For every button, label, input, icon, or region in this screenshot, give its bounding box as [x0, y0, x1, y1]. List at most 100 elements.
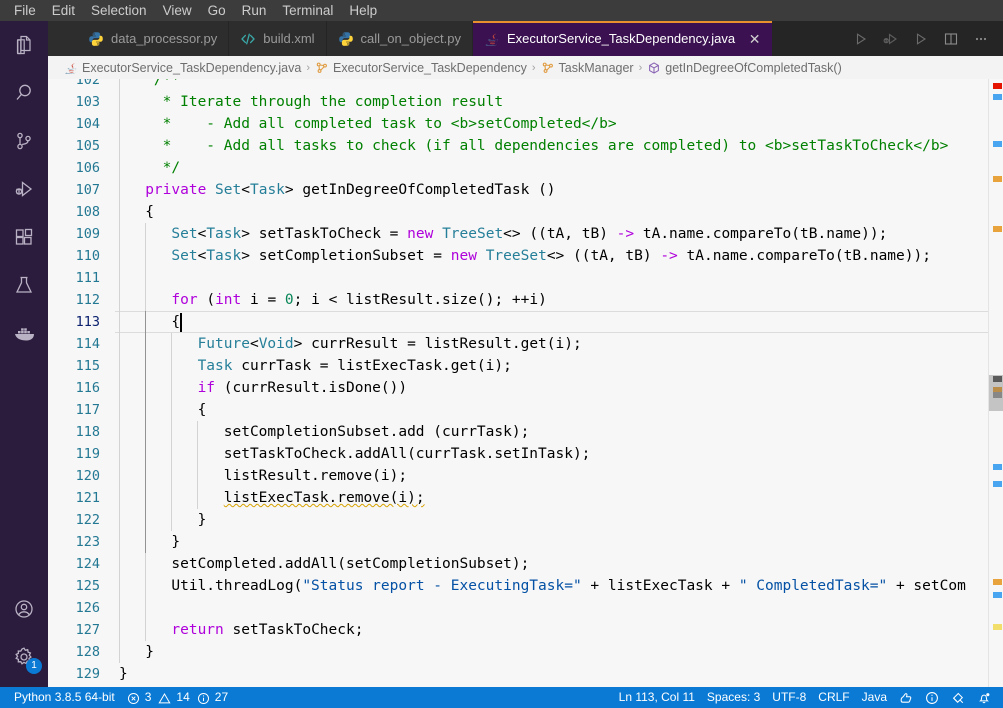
- run-button[interactable]: [847, 25, 875, 53]
- code-line[interactable]: if (currResult.isDone()): [115, 377, 408, 399]
- menu-item-help[interactable]: Help: [341, 0, 385, 21]
- status-editor-language[interactable]: Java: [856, 687, 893, 708]
- breadcrumb-item-taskmanager[interactable]: TaskManager: [541, 61, 634, 75]
- code-line[interactable]: private Set<Task> getInDegreeOfCompleted…: [115, 179, 555, 201]
- code-line[interactable]: Future<Void> currResult = listResult.get…: [115, 333, 582, 355]
- menu-item-terminal[interactable]: Terminal: [274, 0, 341, 21]
- editor-tab-call-on-object-py[interactable]: call_on_object.py: [326, 21, 473, 56]
- breadcrumb-item-getindegreeofcompletedtask-[interactable]: getInDegreeOfCompletedTask(): [647, 61, 842, 75]
- status-info[interactable]: [919, 687, 945, 708]
- run-test-button[interactable]: [907, 25, 935, 53]
- code-token: Task: [206, 226, 242, 242]
- code-line[interactable]: setCompletionSubset.add (currTask);: [115, 421, 530, 443]
- activity-item-source-control[interactable]: [0, 117, 48, 165]
- code-line[interactable]: * Iterate through the completion result: [115, 91, 503, 113]
- code-line[interactable]: Set<Task> setCompletionSubset = new Tree…: [115, 245, 931, 267]
- code-token: setTaskToCheck.addAll(currTask.setInTask…: [119, 446, 591, 462]
- overview-ruler-mark: [993, 226, 1002, 232]
- menu-item-edit[interactable]: Edit: [44, 0, 83, 21]
- indent-guide: [171, 377, 173, 399]
- activity-item-account[interactable]: [0, 585, 48, 633]
- code-line[interactable]: return setTaskToCheck;: [115, 619, 363, 641]
- code-token: ; i < listResult.size(); ++i): [293, 292, 547, 308]
- status-python-interpreter[interactable]: Python 3.8.5 64-bit: [8, 687, 121, 708]
- settings-badge: 1: [26, 658, 42, 674]
- code-line[interactable]: {: [115, 201, 154, 223]
- status-feedback[interactable]: [893, 687, 919, 708]
- indent-guide: [197, 443, 199, 465]
- code-token: "Status report - ExecutingTask=": [302, 578, 582, 594]
- files-icon: [12, 33, 36, 57]
- line-number: 124: [75, 556, 100, 572]
- menu-item-file[interactable]: File: [6, 0, 44, 21]
- overview-ruler-mark: [993, 624, 1002, 630]
- activity-item-extensions[interactable]: [0, 213, 48, 261]
- code-line[interactable]: * - Add all tasks to check (if all depen…: [115, 135, 949, 157]
- code-line[interactable]: */: [115, 157, 180, 179]
- tab-close-icon[interactable]: ✕: [748, 32, 761, 46]
- code-token: + setCom: [887, 578, 966, 594]
- activity-item-search[interactable]: [0, 69, 48, 117]
- code-editor[interactable]: 102 103 104 105 106 107 108 109 110 111 112 113 114 1…: [48, 79, 1003, 687]
- status-editor-eol[interactable]: CRLF: [812, 687, 855, 708]
- activity-item-run-debug[interactable]: [0, 165, 48, 213]
- breadcrumb-separator: ›: [306, 61, 311, 74]
- status-bar-left: Python 3.8.5 64-bit 3 14 27: [0, 687, 234, 708]
- line-number: 109: [75, 226, 100, 242]
- status-editor-encoding[interactable]: UTF-8: [766, 687, 812, 708]
- breadcrumb-item-executorservice-taskdependency[interactable]: ExecutorService_TaskDependency: [315, 61, 527, 75]
- menu-bar: File Edit Selection View Go Run Terminal Help: [0, 0, 1003, 21]
- status-problems[interactable]: 3 14 27: [121, 687, 234, 708]
- menu-item-selection[interactable]: Selection: [83, 0, 155, 21]
- activity-item-explorer[interactable]: [0, 21, 48, 69]
- indent-guide: [119, 245, 120, 267]
- code-line[interactable]: setTaskToCheck.addAll(currTask.setInTask…: [115, 443, 591, 465]
- code-line[interactable]: /**: [115, 79, 180, 91]
- indent-guide: [145, 509, 147, 531]
- line-number: 127: [75, 622, 100, 638]
- indent-guide: [145, 531, 147, 553]
- menu-item-go[interactable]: Go: [200, 0, 234, 21]
- code-line[interactable]: listExecTask.remove(i);: [115, 487, 425, 509]
- menu-item-view[interactable]: View: [155, 0, 200, 21]
- line-number: 106: [75, 160, 100, 176]
- code-line[interactable]: }: [115, 509, 207, 531]
- code-line[interactable]: for (int i = 0; i < listResult.size(); +…: [115, 289, 547, 311]
- code-line[interactable]: }: [115, 641, 154, 663]
- code-token: currTask = listExecTask.get(i);: [232, 358, 512, 374]
- code-line[interactable]: {: [115, 399, 207, 421]
- code-line[interactable]: Util.threadLog("Status report - Executin…: [115, 575, 966, 597]
- code-line[interactable]: listResult.remove(i);: [115, 465, 407, 487]
- code-token: * Iterate through the completion result: [162, 94, 504, 110]
- status-remote-kite[interactable]: [945, 687, 971, 708]
- code-line[interactable]: }: [115, 663, 128, 685]
- status-editor-position[interactable]: Ln 113, Col 11: [613, 687, 701, 708]
- status-notifications[interactable]: [971, 687, 997, 708]
- split-editor-button[interactable]: [937, 25, 965, 53]
- debug-button[interactable]: [877, 25, 905, 53]
- indent-guide: [171, 509, 173, 531]
- activity-item-testing[interactable]: [0, 261, 48, 309]
- code-line[interactable]: Set<Task> setTaskToCheck = new TreeSet<>…: [115, 223, 887, 245]
- activity-item-settings[interactable]: 1: [0, 633, 48, 681]
- code-line[interactable]: }: [115, 531, 180, 553]
- editor-tab-build-xml[interactable]: build.xml: [229, 21, 327, 56]
- code-token: * - Add all completed task to <b>setComp…: [162, 116, 617, 132]
- code-line[interactable]: setCompleted.addAll(setCompletionSubset)…: [115, 553, 529, 575]
- breadcrumb-separator: ›: [531, 61, 536, 74]
- code-line[interactable]: * - Add all completed task to <b>setComp…: [115, 113, 617, 135]
- editor-code-area[interactable]: /** * Iterate through the completion res…: [115, 79, 1003, 687]
- editor-scrollbar-slider[interactable]: [989, 375, 1003, 411]
- menu-item-run[interactable]: Run: [234, 0, 275, 21]
- code-line[interactable]: Task currTask = listExecTask.get(i);: [115, 355, 512, 377]
- indent-guide: [119, 267, 120, 289]
- editor-tab-data-processor-py[interactable]: data_processor.py: [48, 21, 230, 56]
- code-token: <> ((tA, tB): [546, 248, 661, 264]
- activity-item-docker[interactable]: [0, 309, 48, 357]
- breadcrumb-item-executorservice-taskdependency-java[interactable]: ExecutorService_TaskDependency.java: [64, 61, 301, 75]
- more-actions-button[interactable]: [967, 25, 995, 53]
- code-line[interactable]: {: [115, 311, 180, 333]
- editor-tab-executorservice-taskdependency-java[interactable]: ExecutorService_TaskDependency.java ✕: [473, 21, 773, 56]
- editor-gutter[interactable]: 102 103 104 105 106 107 108 109 110 111 112 113 114 1…: [48, 79, 115, 687]
- status-editor-indentation[interactable]: Spaces: 3: [701, 687, 766, 708]
